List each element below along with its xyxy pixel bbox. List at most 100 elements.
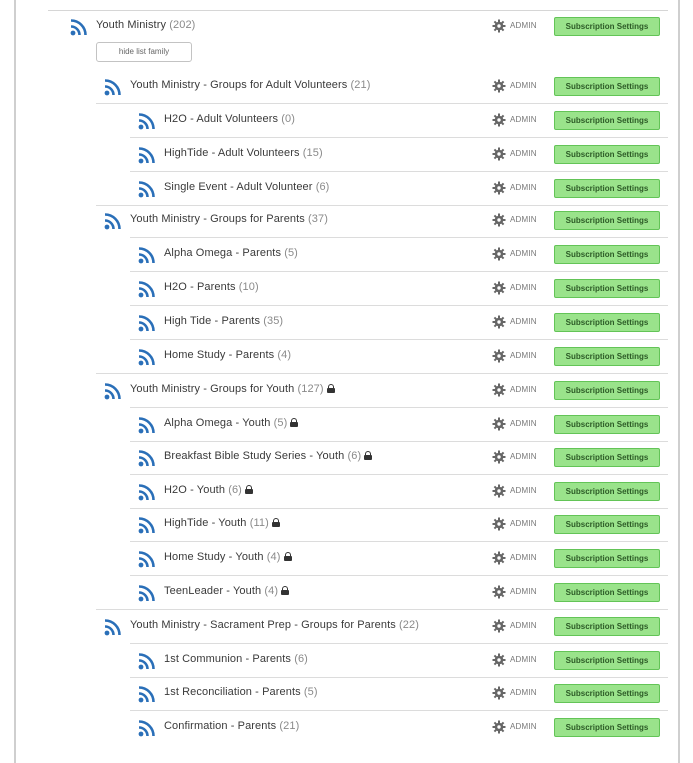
gear-icon[interactable] [492,686,506,700]
admin-link[interactable]: ADMIN [510,21,537,30]
subscription-settings-button[interactable]: Subscription Settings [554,111,660,130]
gear-icon[interactable] [492,281,506,295]
group-label[interactable]: Confirmation - Parents (21) [164,720,299,732]
rss-feed-icon[interactable] [138,112,156,130]
gear-icon[interactable] [492,147,506,161]
subscription-settings-button[interactable]: Subscription Settings [554,145,660,164]
group-label[interactable]: 1st Reconciliation - Parents (5) [164,686,318,698]
admin-link[interactable]: ADMIN [510,385,537,394]
subscription-settings-button[interactable]: Subscription Settings [554,313,660,332]
rss-feed-icon[interactable] [138,719,156,737]
admin-link[interactable]: ADMIN [510,553,537,562]
rss-feed-icon[interactable] [138,483,156,501]
gear-icon[interactable] [492,349,506,363]
gear-icon[interactable] [492,551,506,565]
admin-link[interactable]: ADMIN [510,351,537,360]
subscription-settings-button[interactable]: Subscription Settings [554,448,660,467]
group-label[interactable]: H2O - Parents (10) [164,281,259,293]
group-label[interactable]: H2O - Youth (6) [164,484,253,496]
group-label[interactable]: 1st Communion - Parents (6) [164,653,308,665]
rss-feed-icon[interactable] [104,78,122,96]
admin-link[interactable]: ADMIN [510,587,537,596]
group-label[interactable]: Alpha Omega - Youth (5) [164,417,299,429]
subscription-settings-button[interactable]: Subscription Settings [554,381,660,400]
hide-list-family-button[interactable]: hide list family [96,42,192,62]
gear-icon[interactable] [492,619,506,633]
admin-link[interactable]: ADMIN [510,115,537,124]
rss-feed-icon[interactable] [104,618,122,636]
rss-feed-icon[interactable] [138,180,156,198]
group-label[interactable]: H2O - Adult Volunteers (0) [164,113,295,125]
subscription-settings-button[interactable]: Subscription Settings [554,415,660,434]
group-label[interactable]: Youth Ministry - Sacrament Prep - Groups… [130,619,419,631]
rss-feed-icon[interactable] [138,516,156,534]
rss-feed-icon[interactable] [138,348,156,366]
subscription-settings-button[interactable]: Subscription Settings [554,684,660,703]
rss-feed-icon[interactable] [104,212,122,230]
gear-icon[interactable] [492,585,506,599]
subscription-settings-button[interactable]: Subscription Settings [554,17,660,36]
group-label[interactable]: HighTide - Adult Volunteers (15) [164,147,323,159]
group-label[interactable]: Youth Ministry - Groups for Parents (37) [130,213,328,225]
gear-icon[interactable] [492,517,506,531]
gear-icon[interactable] [492,484,506,498]
subscription-settings-button[interactable]: Subscription Settings [554,279,660,298]
group-label[interactable]: Home Study - Youth (4) [164,551,292,563]
group-label[interactable]: Breakfast Bible Study Series - Youth (6) [164,450,373,462]
gear-icon[interactable] [492,213,506,227]
subscription-settings-button[interactable]: Subscription Settings [554,211,660,230]
subscription-settings-button[interactable]: Subscription Settings [554,245,660,264]
admin-link[interactable]: ADMIN [510,81,537,90]
rss-feed-icon[interactable] [138,314,156,332]
gear-icon[interactable] [492,450,506,464]
rss-feed-icon[interactable] [138,584,156,602]
admin-link[interactable]: ADMIN [510,249,537,258]
admin-link[interactable]: ADMIN [510,452,537,461]
group-label[interactable]: Single Event - Adult Volunteer (6) [164,181,329,193]
admin-link[interactable]: ADMIN [510,621,537,630]
rss-feed-icon[interactable] [104,382,122,400]
group-label[interactable]: Youth Ministry - Groups for Youth (127) [130,383,335,395]
group-label[interactable]: Home Study - Parents (4) [164,349,291,361]
gear-icon[interactable] [492,79,506,93]
admin-link[interactable]: ADMIN [510,317,537,326]
subscription-settings-button[interactable]: Subscription Settings [554,651,660,670]
subscription-settings-button[interactable]: Subscription Settings [554,347,660,366]
group-label[interactable]: Alpha Omega - Parents (5) [164,247,298,259]
group-label[interactable]: High Tide - Parents (35) [164,315,283,327]
rss-feed-icon[interactable] [138,550,156,568]
gear-icon[interactable] [492,653,506,667]
subscription-settings-button[interactable]: Subscription Settings [554,549,660,568]
subscription-settings-button[interactable]: Subscription Settings [554,718,660,737]
rss-feed-icon[interactable] [138,246,156,264]
gear-icon[interactable] [492,315,506,329]
admin-link[interactable]: ADMIN [510,419,537,428]
rss-feed-icon[interactable] [138,280,156,298]
gear-icon[interactable] [492,247,506,261]
rss-feed-icon[interactable] [138,449,156,467]
gear-icon[interactable] [492,113,506,127]
group-label[interactable]: TeenLeader - Youth (4) [164,585,290,597]
subscription-settings-button[interactable]: Subscription Settings [554,179,660,198]
admin-link[interactable]: ADMIN [510,722,537,731]
admin-link[interactable]: ADMIN [510,688,537,697]
subscription-settings-button[interactable]: Subscription Settings [554,77,660,96]
subscription-settings-button[interactable]: Subscription Settings [554,617,660,636]
gear-icon[interactable] [492,720,506,734]
rss-feed-icon[interactable] [138,416,156,434]
rss-feed-icon[interactable] [138,146,156,164]
admin-link[interactable]: ADMIN [510,486,537,495]
admin-link[interactable]: ADMIN [510,149,537,158]
gear-icon[interactable] [492,417,506,431]
rss-feed-icon[interactable] [138,685,156,703]
gear-icon[interactable] [492,383,506,397]
rss-feed-icon[interactable] [70,18,88,36]
group-label[interactable]: HighTide - Youth (11) [164,517,280,529]
gear-icon[interactable] [492,19,506,33]
admin-link[interactable]: ADMIN [510,283,537,292]
subscription-settings-button[interactable]: Subscription Settings [554,583,660,602]
gear-icon[interactable] [492,181,506,195]
admin-link[interactable]: ADMIN [510,655,537,664]
group-label[interactable]: Youth Ministry - Groups for Adult Volunt… [130,79,371,91]
admin-link[interactable]: ADMIN [510,215,537,224]
